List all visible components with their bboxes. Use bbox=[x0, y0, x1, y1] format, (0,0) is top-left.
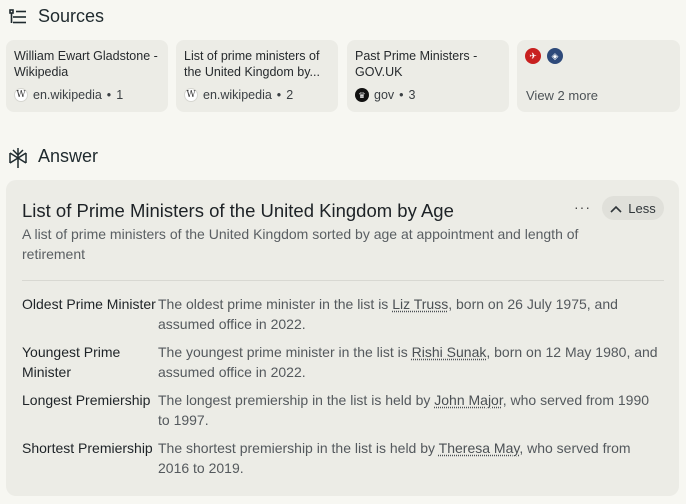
sources-list-icon bbox=[8, 7, 28, 27]
source-site: en.wikipedia bbox=[203, 88, 272, 102]
crown-icon: ♛ bbox=[355, 88, 369, 102]
row-text: The oldest prime minister in the list is… bbox=[158, 296, 618, 332]
source-site: gov bbox=[374, 88, 395, 102]
row-text: The youngest prime minister in the list … bbox=[158, 344, 658, 380]
source-index: 2 bbox=[286, 88, 294, 102]
person-link[interactable]: Theresa May bbox=[439, 440, 520, 456]
more-source-icons: ✈ ◈ bbox=[525, 48, 672, 64]
view-more-label: View 2 more bbox=[526, 88, 599, 103]
answer-card-subtitle: A list of prime ministers of the United … bbox=[22, 226, 579, 262]
person-link[interactable]: John Major bbox=[434, 392, 502, 408]
source-card-title: List of prime ministers of the United Ki… bbox=[184, 49, 320, 79]
sources-heading: Sources bbox=[8, 6, 104, 27]
answer-card-title: List of Prime Ministers of the United Ki… bbox=[22, 200, 454, 221]
source-index: 3 bbox=[408, 88, 416, 102]
source-favicon-icon: ◈ bbox=[547, 48, 563, 64]
table-row: Oldest Prime Minister The oldest prime m… bbox=[22, 294, 662, 342]
source-card-title: William Ewart Gladstone - Wikipedia bbox=[14, 49, 158, 79]
row-label: Longest Premiership bbox=[22, 392, 151, 408]
row-text: The shortest premiership in the list is … bbox=[158, 440, 631, 476]
answer-title-label: Answer bbox=[38, 146, 99, 166]
answer-table: Oldest Prime Minister The oldest prime m… bbox=[22, 294, 662, 486]
table-row: Shortest Premiership The shortest premie… bbox=[22, 438, 662, 486]
less-button[interactable]: Less bbox=[602, 196, 664, 220]
more-options-button[interactable]: ··· bbox=[574, 199, 591, 215]
source-card-meta: W en.wikipedia • 2 bbox=[184, 88, 293, 102]
source-card-meta: ♛ gov • 3 bbox=[355, 88, 416, 102]
source-card-1[interactable]: William Ewart Gladstone - Wikipedia W en… bbox=[6, 40, 168, 112]
source-cards: William Ewart Gladstone - Wikipedia W en… bbox=[6, 40, 680, 112]
person-link[interactable]: Rishi Sunak bbox=[412, 344, 487, 360]
source-site: en.wikipedia bbox=[33, 88, 102, 102]
answer-card: List of Prime Ministers of the United Ki… bbox=[6, 180, 679, 496]
source-card-meta: W en.wikipedia • 1 bbox=[14, 88, 123, 102]
source-index: 1 bbox=[116, 88, 124, 102]
source-card-2[interactable]: List of prime ministers of the United Ki… bbox=[176, 40, 338, 112]
answer-heading: Answer bbox=[8, 146, 99, 168]
answer-logo-icon bbox=[8, 147, 28, 168]
wikipedia-icon: W bbox=[14, 88, 28, 102]
row-label: Shortest Premiership bbox=[22, 440, 153, 456]
row-label: Oldest Prime Minister bbox=[22, 296, 156, 312]
source-card-title: Past Prime Ministers - GOV.UK bbox=[355, 49, 478, 79]
sources-title: Sources bbox=[38, 6, 105, 26]
source-card-3[interactable]: Past Prime Ministers - GOV.UK ♛ gov • 3 bbox=[347, 40, 509, 112]
wikipedia-icon: W bbox=[184, 88, 198, 102]
less-label: Less bbox=[628, 200, 656, 216]
table-row: Youngest Prime Minister The youngest pri… bbox=[22, 342, 662, 390]
chevron-up-icon bbox=[610, 201, 622, 216]
source-favicon-icon: ✈ bbox=[525, 48, 541, 64]
view-more-sources-card[interactable]: ✈ ◈ View 2 more bbox=[517, 40, 680, 112]
table-row: Longest Premiership The longest premiers… bbox=[22, 390, 662, 438]
person-link[interactable]: Liz Truss bbox=[392, 296, 448, 312]
divider bbox=[22, 280, 664, 281]
row-label: Youngest Prime Minister bbox=[22, 344, 121, 380]
row-text: The longest premiership in the list is h… bbox=[158, 392, 650, 428]
